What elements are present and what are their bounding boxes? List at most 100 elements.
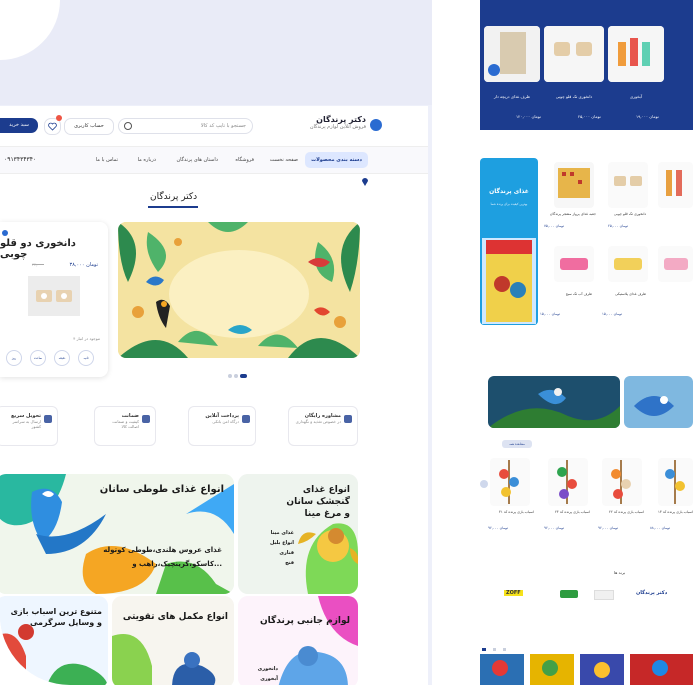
product-card[interactable] — [554, 162, 594, 208]
logo-icon — [370, 119, 382, 131]
product-old-price: ۴۲,۰۰۰ — [31, 262, 44, 267]
rio-banner[interactable] — [488, 376, 620, 428]
product-card[interactable] — [608, 246, 648, 282]
banner-line: فنچ — [285, 560, 294, 566]
toy-product-card[interactable] — [548, 458, 588, 506]
hero-pagination — [228, 363, 249, 382]
product-price: ۱۵,۰۰۰ تومان — [602, 312, 622, 316]
product-title[interactable]: دانخوری تک قلو چوبی — [606, 212, 646, 216]
offer-product-title[interactable]: دانخوری تک قلو چوبی — [544, 94, 604, 99]
section-underline — [148, 206, 198, 208]
slide-dot-active[interactable] — [240, 374, 247, 378]
banner-supplements[interactable]: انواع مکمل های تقویتی — [112, 596, 234, 685]
feature-subtitle: در خصوص تغذیه و نگهداری — [295, 419, 341, 424]
logo[interactable]: دکتر پرندگان فروش آنلاین لوازم پرندگان — [310, 115, 366, 130]
product-card[interactable] — [608, 162, 648, 208]
brand-logo[interactable]: دکتر پرندگان — [636, 590, 667, 596]
rio-banner[interactable] — [624, 376, 693, 428]
product-image — [608, 162, 648, 208]
search-input[interactable]: جستجو با تایپ کد کالا — [118, 118, 253, 134]
logo-icon — [2, 230, 8, 236]
product-image — [554, 162, 594, 208]
logo-subtitle: فروش آنلاین لوازم پرندگان — [309, 124, 366, 130]
site-homepage: دکتر پرندگان فروش آنلاین لوازم پرندگان ج… — [0, 106, 428, 685]
product-image — [658, 246, 693, 282]
stock-status: ۴ موجود در انبار — [73, 336, 100, 341]
product-title[interactable]: جعبه غذای پرواز مشجر پرندگان — [536, 212, 596, 216]
banner-line: آبخوری — [260, 676, 278, 682]
product-card[interactable] — [658, 246, 693, 282]
brand-logo[interactable] — [594, 590, 614, 600]
feature-payment: پرداخت آنلاین درگاه امن بانکی — [188, 406, 256, 446]
account-button[interactable]: حساب کاربری — [64, 118, 114, 135]
slide-dot[interactable] — [503, 648, 507, 651]
hero-slider[interactable] — [118, 222, 360, 358]
banner-parrot-food[interactable]: انواع غذای طوطی سانان غذای عروس هلندی،طو… — [0, 474, 234, 594]
banner-line: دانخوری — [257, 666, 278, 672]
headset-icon — [344, 415, 352, 423]
product-title[interactable]: ظرف غذای پلاستیکی — [602, 292, 646, 296]
banner-mina-food[interactable]: انواع غذای گنجشک سانان و مرغ مینا غذای م… — [238, 474, 358, 594]
countdown-timer: روز ساعت دقیقه ثانیه — [6, 350, 94, 366]
rio-illustration — [624, 376, 693, 428]
product-title[interactable]: ظرف آب تک سیخ — [542, 292, 592, 296]
offer-product-price: ۱۲۰,۰۰۰ تومان — [516, 114, 541, 119]
offer-product-title[interactable]: آبخوری — [608, 94, 664, 99]
banner-line: غذای عروس هلندی،طوطی کوتوله — [103, 546, 222, 554]
nav-item-shop[interactable]: فروشگاه — [235, 152, 254, 168]
categories-menu-button[interactable]: دسته بندی محصولات — [305, 152, 368, 168]
product-image — [658, 162, 693, 208]
slide-dot[interactable] — [493, 648, 497, 651]
toy-product-title[interactable]: اسباب بازی پرنده کد ۲۲ — [594, 510, 644, 514]
banner-title: متنوع ترین اسباب بازی و وسایل سرگرمی — [10, 607, 102, 627]
offer-product-card[interactable] — [484, 26, 540, 82]
carousel-pagination — [482, 636, 507, 655]
view-all-button[interactable]: مشاهده همه — [502, 440, 532, 448]
cart-button[interactable]: سبد خرید — [0, 118, 38, 133]
toy-product-title[interactable]: اسباب بازی پرنده کد ۴۱ — [484, 510, 534, 514]
toy-product-card[interactable] — [490, 458, 530, 506]
nav-item-stories[interactable]: داستان های پرندگان — [176, 152, 218, 168]
bird-food-banner[interactable]: غذای پرندگان بهترین کیفیت برای پرنده شما — [480, 158, 538, 325]
slide-dot[interactable] — [234, 374, 238, 378]
offer-product-title[interactable]: ظرف غذای دریچه دار — [484, 94, 540, 99]
toy-product-card[interactable] — [658, 458, 693, 506]
product-title[interactable]: دانخوری دو قلو چوبی — [0, 238, 98, 260]
slide-dot[interactable] — [228, 374, 232, 378]
banner-line: انواع بلبل — [269, 540, 294, 546]
logo-title: دکتر پرندگان — [316, 115, 366, 124]
banner-toys[interactable]: متنوع ترین اسباب بازی و وسایل سرگرمی — [0, 596, 108, 685]
feature-consult: مشاوره رایگان در خصوص تغذیه و نگهداری — [288, 406, 358, 446]
toy-product-price: ۹۶,۰۰۰ تومان — [598, 526, 618, 530]
nav-item-about[interactable]: درباره ما — [138, 152, 156, 168]
product-card[interactable] — [658, 162, 693, 208]
timer-hours: ساعت — [30, 350, 46, 366]
banner-subtitle: بهترین کیفیت برای پرنده شما — [490, 202, 528, 206]
offer-product-price: ۱۹,۰۰۰ تومان — [636, 114, 659, 119]
toy-product-title[interactable]: اسباب بازی پرنده کد ۱۳ — [646, 510, 693, 514]
product-image — [608, 246, 648, 282]
product-image[interactable] — [28, 276, 80, 316]
brand-logo[interactable] — [560, 590, 578, 598]
nav-item-home[interactable]: صفحه نخست — [270, 152, 298, 168]
nav-item-contact[interactable]: تماس با ما — [96, 152, 118, 168]
brand-logo[interactable]: ZOFF — [504, 590, 523, 596]
product-card[interactable] — [554, 246, 594, 282]
rio-illustration — [488, 376, 620, 428]
product-price: ۷۵,۰۰۰ تومان — [544, 224, 564, 228]
carousel-prev-button[interactable] — [480, 480, 488, 488]
toy-product-title[interactable]: اسباب بازی پرنده کد ۲۴ — [540, 510, 590, 514]
desktop-preview: دکتر پرندگان فروش آنلاین لوازم پرندگان ج… — [0, 0, 432, 685]
offer-product-card[interactable] — [544, 26, 604, 82]
toy-product-card[interactable] — [602, 458, 642, 506]
banner-line: کاسکو،گرینچیک،راهب و... — [132, 560, 222, 568]
banner-accessories[interactable]: لوازم جانبی پرندگان دانخوری آبخوری — [238, 596, 358, 685]
wishlist-count-badge — [56, 115, 62, 121]
truck-icon — [44, 415, 52, 423]
slide-dot-active[interactable] — [482, 648, 486, 651]
special-offer-card[interactable]: دانخوری دو قلو چوبی ۳۸,۰۰۰ تومان ۴۲,۰۰۰ … — [0, 222, 108, 377]
offer-product-card[interactable] — [608, 26, 664, 82]
phone-number[interactable]: ۰۹۱۳۴۳۴۳۴۰ — [4, 152, 36, 168]
showcase: دکتر پرندگان فروش آنلاین لوازم پرندگان ج… — [0, 0, 693, 685]
site-header: دکتر پرندگان فروش آنلاین لوازم پرندگان ج… — [0, 106, 428, 146]
